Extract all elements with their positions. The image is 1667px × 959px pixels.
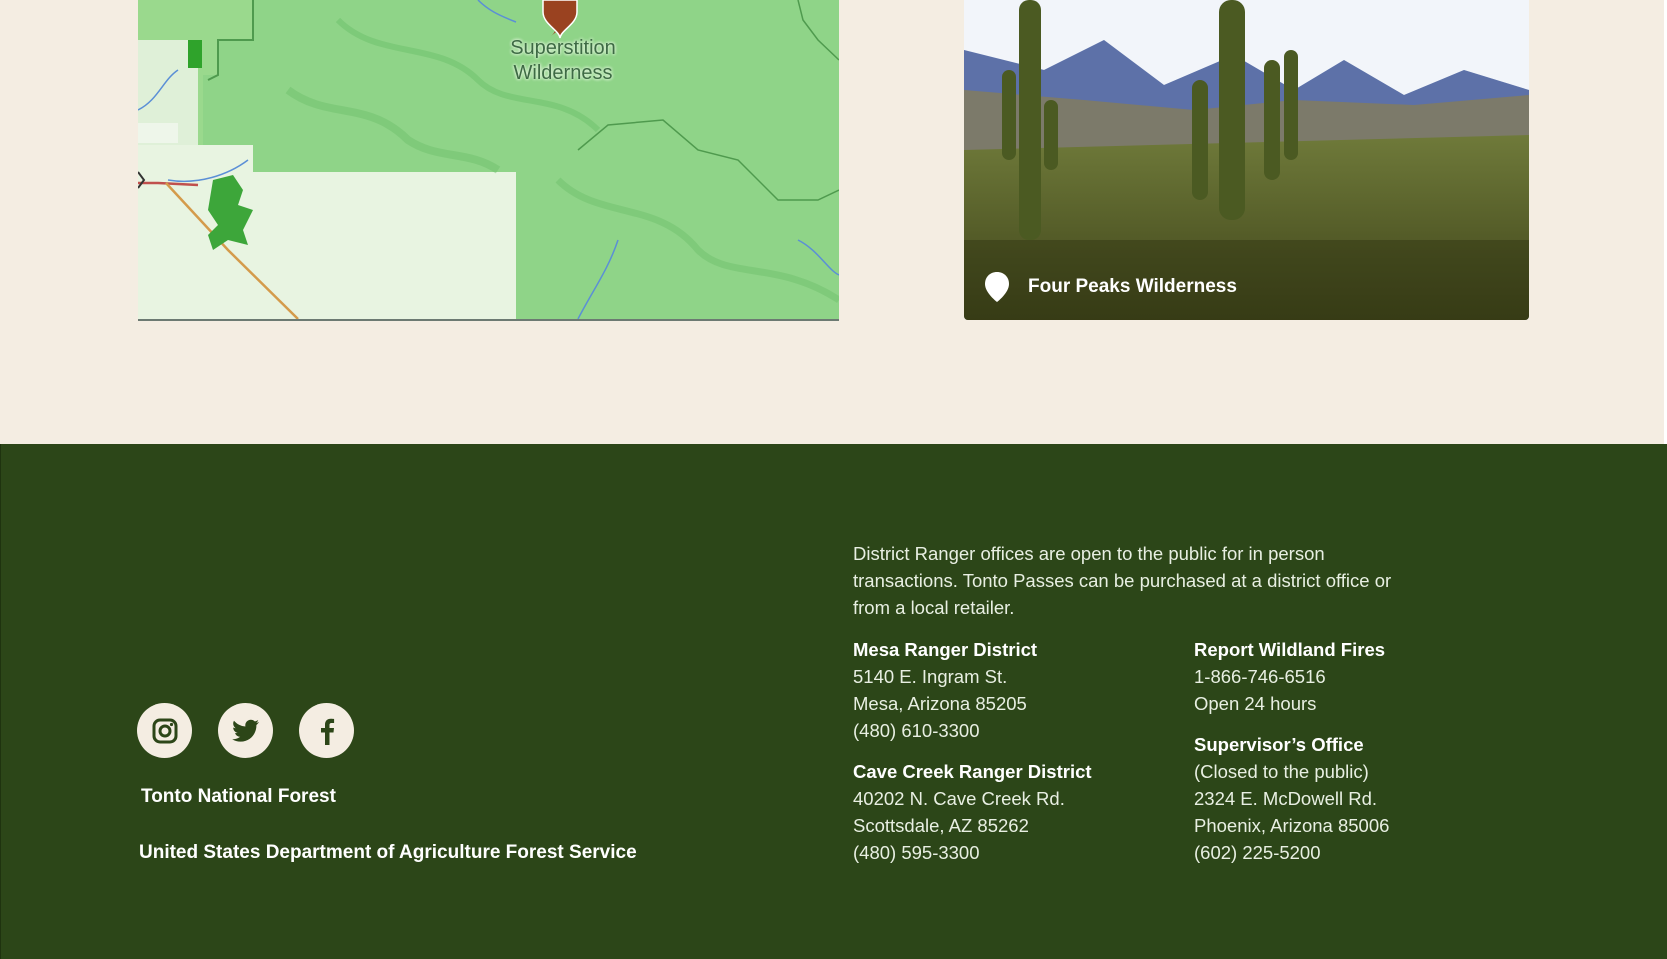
cave-creek-title: Cave Creek Ranger District: [853, 761, 1092, 782]
mesa-phone[interactable]: (480) 610-3300: [853, 717, 1183, 744]
photo-caption-text: Four Peaks Wilderness: [1028, 276, 1237, 297]
twitter-button[interactable]: [218, 703, 273, 758]
cave-creek-address: 40202 N. Cave Creek Rd.: [853, 788, 1065, 809]
wilderness-map[interactable]: Superstition Wilderness: [138, 0, 839, 321]
supervisor-address: 2324 E. McDowell Rd.: [1194, 788, 1378, 809]
twitter-icon: [231, 719, 259, 742]
report-wildland-fires: Report Wildland Fires 1-866-746-6516 Ope…: [1194, 636, 1494, 717]
supervisor-city: Phoenix, Arizona 85006: [1194, 815, 1390, 836]
facebook-button[interactable]: [299, 703, 354, 758]
map-pin-label: Superstition Wilderness: [510, 37, 616, 84]
mesa-ranger-district: Mesa Ranger District 5140 E. Ingram St. …: [853, 636, 1183, 744]
wildfires-hours: Open 24 hours: [1194, 693, 1317, 714]
contact-column-right: Report Wildland Fires 1-866-746-6516 Ope…: [1194, 636, 1494, 880]
agency-name: United States Department of Agriculture …: [139, 842, 637, 863]
mesa-address: 5140 E. Ingram St.: [853, 666, 1008, 687]
contact-column-left: Mesa Ranger District 5140 E. Ingram St. …: [853, 636, 1183, 880]
cave-creek-phone[interactable]: (480) 595-3300: [853, 839, 1183, 866]
top-section: Superstition Wilderness Four Peaks Wilde…: [0, 0, 1667, 444]
facebook-icon: [320, 718, 334, 745]
four-peaks-card[interactable]: Four Peaks Wilderness: [964, 0, 1529, 320]
mesa-title: Mesa Ranger District: [853, 639, 1038, 660]
wildfires-phone[interactable]: 1-866-746-6516: [1194, 663, 1494, 690]
cave-creek-city: Scottsdale, AZ 85262: [853, 815, 1029, 836]
social-links: [137, 703, 380, 758]
office-notice: District Ranger offices are open to the …: [853, 543, 1392, 618]
mesa-city: Mesa, Arizona 85205: [853, 693, 1027, 714]
wildfires-title: Report Wildland Fires: [1194, 639, 1386, 660]
supervisors-office: Supervisor’s Office (Closed to the publi…: [1194, 731, 1494, 866]
instagram-icon: [152, 718, 177, 743]
instagram-button[interactable]: [137, 703, 192, 758]
supervisor-status: (Closed to the public): [1194, 761, 1369, 782]
forest-name: Tonto National Forest: [141, 786, 336, 807]
supervisor-phone[interactable]: (602) 225-5200: [1194, 839, 1494, 866]
photo-caption: Four Peaks Wilderness: [984, 271, 1237, 303]
site-footer: Tonto National Forest United States Depa…: [0, 444, 1667, 959]
cave-creek-ranger-district: Cave Creek Ranger District 40202 N. Cave…: [853, 758, 1183, 866]
supervisor-title: Supervisor’s Office: [1194, 734, 1364, 755]
map-pin-icon: [985, 272, 1009, 302]
